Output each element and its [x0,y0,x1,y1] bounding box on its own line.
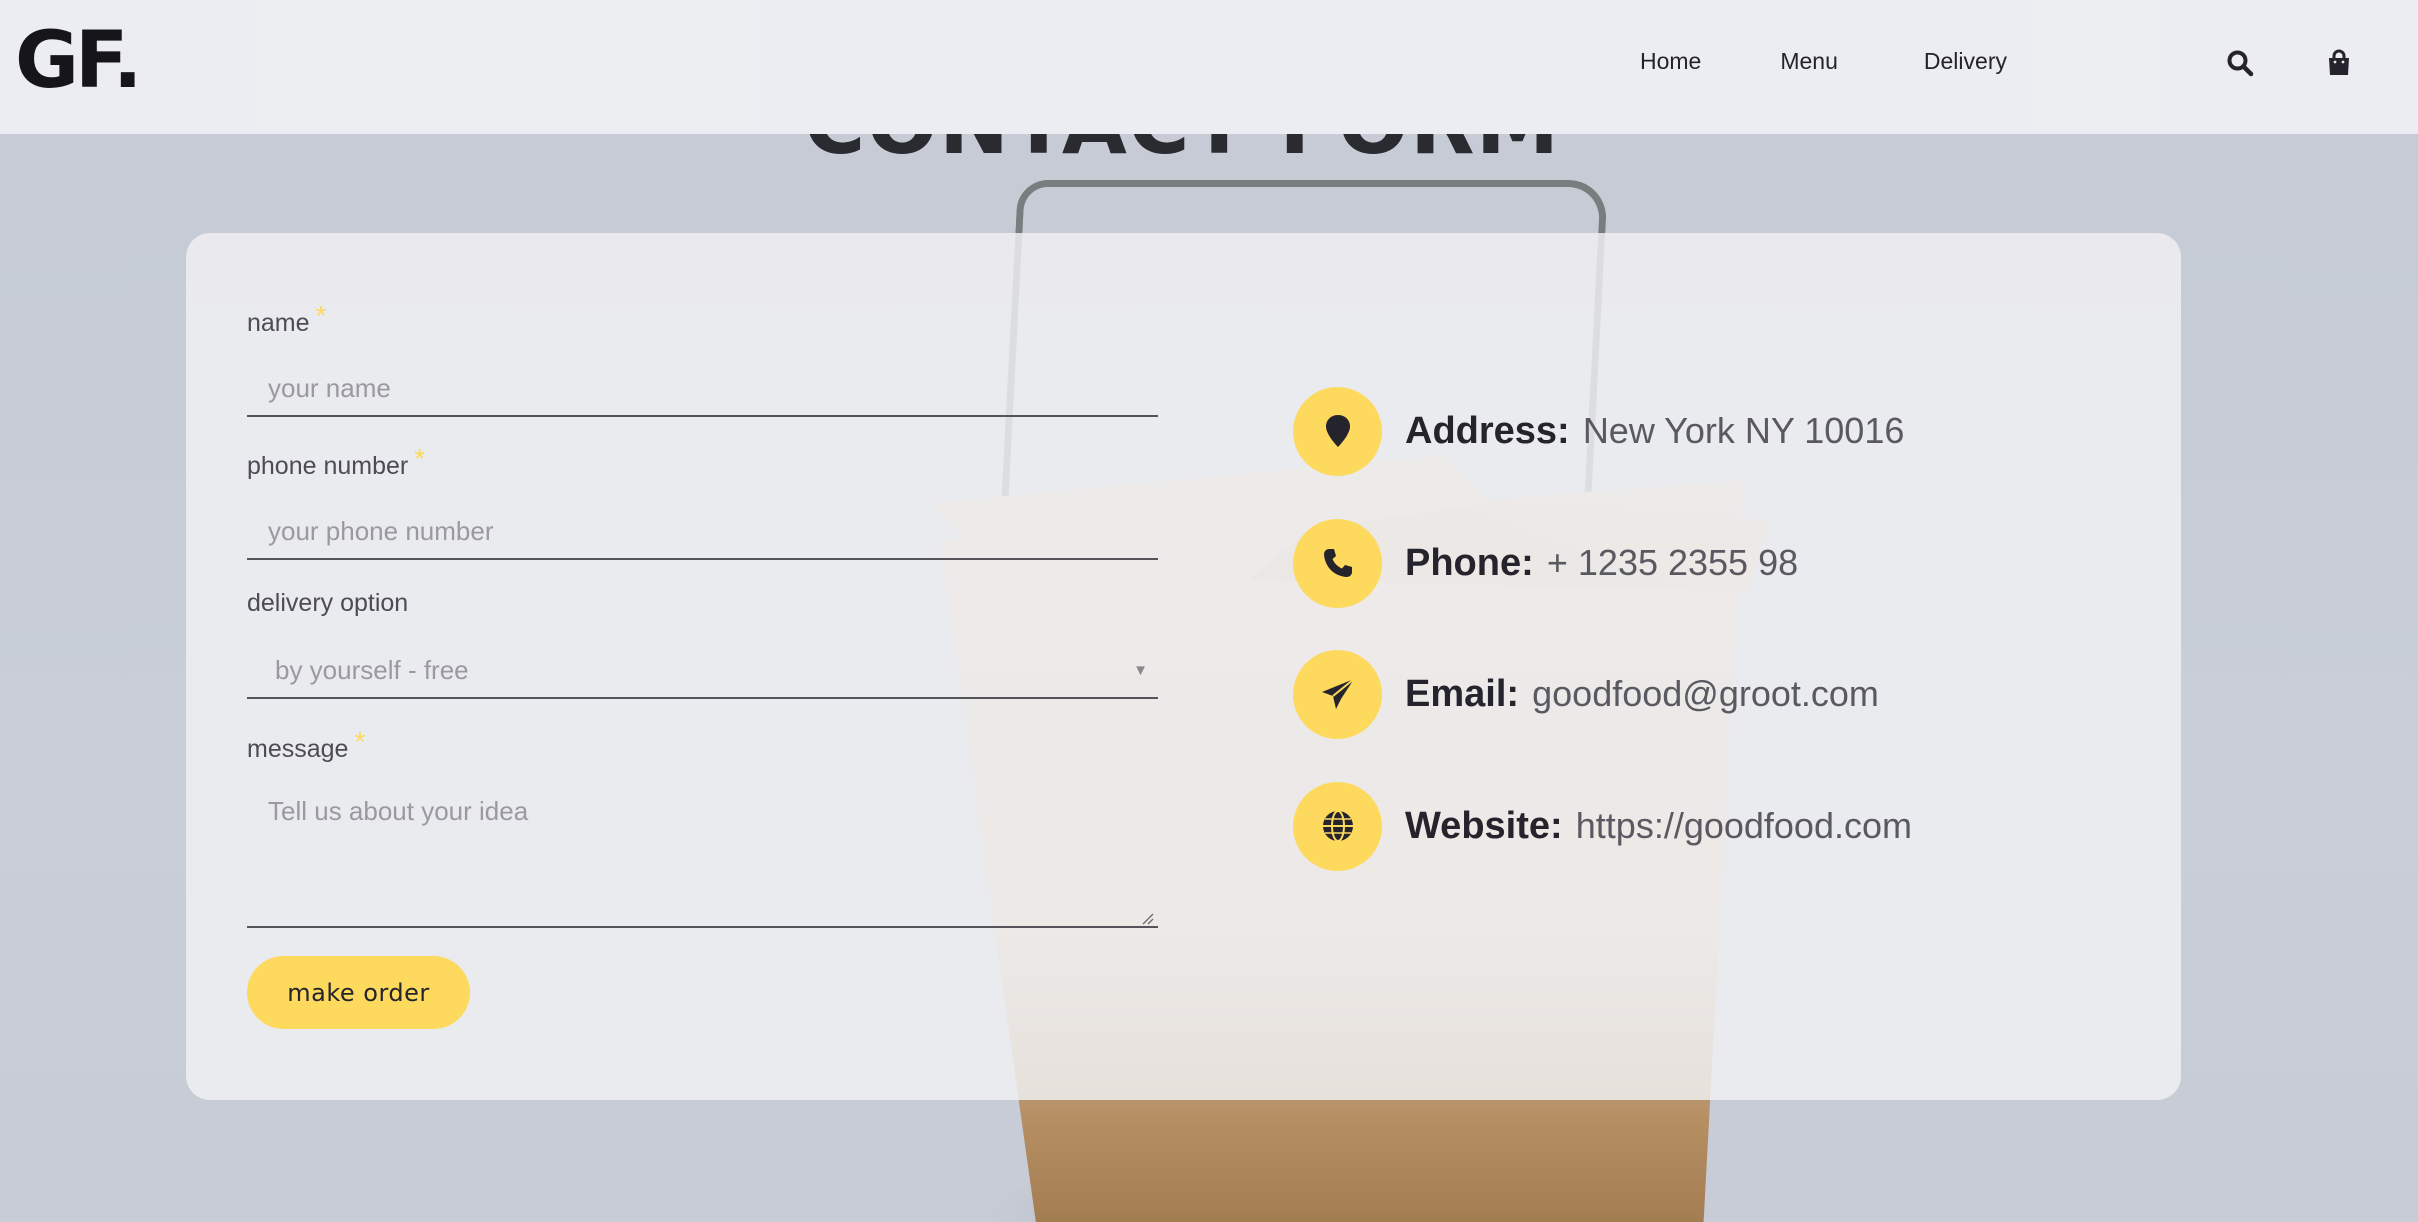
search-icon[interactable] [2223,46,2257,80]
chevron-down-icon: ▼ [1133,661,1148,679]
phone-label-text: phone number [247,452,409,480]
map-pin-icon [1293,386,1382,476]
header-content: GF. Home Menu Delivery [0,0,2418,134]
message-textarea[interactable] [247,786,1158,928]
name-label-text: name [247,309,310,337]
make-order-button[interactable]: make order [247,956,470,1029]
contact-address: Address: New York NY 10016 [1293,386,1904,476]
message-label-text: message [247,735,349,763]
delivery-selected-value: by yourself - free [275,654,469,685]
name-label: name * [247,300,326,338]
main-nav: Home Menu Delivery [1640,48,2007,75]
contact-website: Website: https://goodfood.com [1293,781,1912,871]
nav-home[interactable]: Home [1640,48,1701,75]
required-mark: * [354,726,366,757]
contact-email: Email: goodfood@groot.com [1293,649,1879,739]
nav-delivery[interactable]: Delivery [1924,48,2007,75]
logo[interactable]: GF. [15,16,143,106]
phone-icon [1293,518,1382,608]
name-input[interactable] [247,361,1158,417]
phone-label: phone number * [247,443,425,481]
globe-icon [1293,781,1382,871]
website-value[interactable]: https://goodfood.com [1576,805,1912,846]
contact-card: name* phone number* delivery option by y… [186,233,2181,1100]
contact-phone: Phone: + 1235 2355 98 [1293,518,1798,608]
resize-handle-icon[interactable] [1142,913,1154,925]
address-key: Address: [1405,409,1570,452]
paper-plane-icon [1293,649,1382,739]
email-key: Email: [1405,672,1520,715]
delivery-label-text: delivery option [247,589,409,617]
delivery-label: delivery option [247,589,408,618]
delivery-select[interactable]: by yourself - free ▼ [247,643,1158,699]
message-label: message * [247,726,365,764]
shopping-bag-icon[interactable] [2322,46,2356,80]
nav-menu[interactable]: Menu [1780,48,1838,75]
required-mark: * [315,300,327,331]
required-mark: * [414,443,426,474]
website-key: Website: [1405,804,1563,847]
phone-value: + 1235 2355 98 [1546,541,1799,583]
address-value: New York NY 10016 [1582,409,1905,451]
phone-key: Phone: [1405,541,1534,584]
phone-input[interactable] [247,504,1158,560]
email-value[interactable]: goodfood@groot.com [1532,673,1879,714]
